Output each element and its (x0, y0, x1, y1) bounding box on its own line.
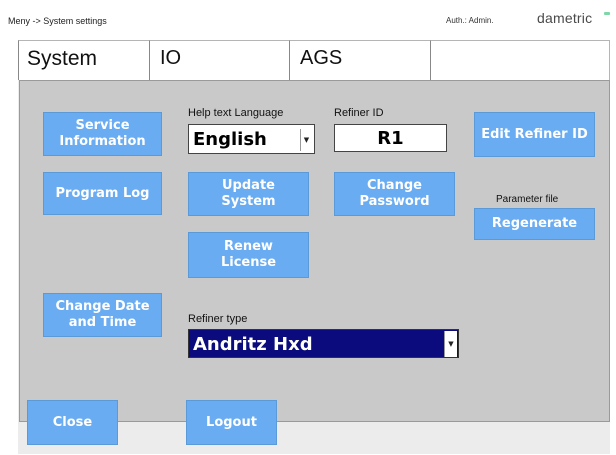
refiner-id-field: R1 (334, 124, 447, 152)
refiner-type-label: Refiner type (188, 313, 248, 325)
refiner-type-select[interactable]: Andritz Hxd ▼ (188, 329, 459, 358)
brand-logo: dametric (537, 10, 593, 26)
chevron-down-icon: ▼ (300, 129, 312, 151)
renew-license-button[interactable]: Renew License (188, 232, 309, 278)
help-language-select[interactable]: English ▼ (188, 124, 315, 154)
breadcrumb: Meny -> System settings (8, 16, 107, 26)
program-log-button[interactable]: Program Log (43, 172, 162, 215)
auth-status: Auth.: Admin. (446, 16, 494, 25)
change-date-time-button[interactable]: Change Date and Time (43, 293, 162, 337)
logout-button[interactable]: Logout (186, 400, 277, 445)
help-language-value: English (193, 129, 267, 150)
tab-label: AGS (300, 47, 343, 69)
tab-io[interactable]: IO (149, 40, 289, 80)
title-bar: Meny -> System settings Auth.: Admin. da… (0, 0, 616, 40)
help-language-label: Help text Language (188, 107, 284, 119)
parameter-file-label: Parameter file (496, 194, 559, 205)
tab-system[interactable]: System (18, 40, 149, 80)
refiner-id-label: Refiner ID (334, 107, 384, 119)
system-panel: Service Information Program Log Change D… (19, 80, 610, 422)
tab-ags[interactable]: AGS (289, 40, 430, 80)
regenerate-button[interactable]: Regenerate (474, 208, 595, 240)
change-password-button[interactable]: Change Password (334, 172, 455, 216)
service-information-button[interactable]: Service Information (43, 112, 162, 156)
settings-window: System IO AGS Service Information Progra… (18, 40, 610, 454)
chevron-down-icon: ▼ (444, 331, 457, 357)
tab-bar: System IO AGS (18, 40, 610, 80)
tab-bar-filler (430, 40, 610, 80)
brand-accent-icon (604, 12, 610, 15)
tab-label: IO (160, 47, 182, 69)
update-system-button[interactable]: Update System (188, 172, 309, 216)
refiner-type-value: Andritz Hxd (193, 334, 313, 355)
tab-label: System (27, 47, 98, 70)
edit-refiner-id-button[interactable]: Edit Refiner ID (474, 112, 595, 157)
close-button[interactable]: Close (27, 400, 118, 445)
